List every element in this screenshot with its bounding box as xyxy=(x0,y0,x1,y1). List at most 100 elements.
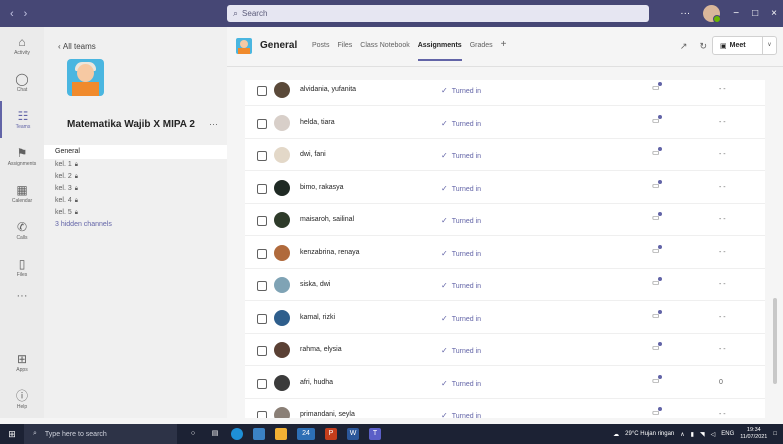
feedback-icon[interactable]: ▭ xyxy=(652,179,662,190)
row-checkbox[interactable] xyxy=(257,151,267,161)
table-row[interactable]: primandani, seyla ✓ Turned in ▭ - - xyxy=(245,401,765,418)
table-row[interactable]: helda, tiara ✓ Turned in ▭ - - xyxy=(245,109,765,139)
powerpoint-icon[interactable]: P xyxy=(325,428,337,440)
weather-text[interactable]: 29°C Hujan ringan xyxy=(625,431,674,437)
channel-kel-5[interactable]: kel. 5 🔒︎ xyxy=(44,207,227,219)
row-checkbox[interactable] xyxy=(257,378,267,389)
points[interactable]: - - xyxy=(719,346,726,353)
channel-general[interactable]: General xyxy=(44,145,227,159)
rail-item-calendar[interactable]: ▦ Calendar xyxy=(0,175,44,212)
meet-button[interactable]: ▣ Meet ∨ xyxy=(712,36,777,55)
rail-item-apps[interactable]: ⊞ Apps xyxy=(0,344,44,381)
notification-icon[interactable]: □ xyxy=(773,431,777,437)
windows-icon[interactable]: ⊞ xyxy=(0,429,24,440)
channel-kel-4[interactable]: kel. 4 🔒︎ xyxy=(44,195,227,207)
rail-item-teams[interactable]: ☷ Teams xyxy=(0,101,44,138)
points[interactable]: - - xyxy=(719,411,726,418)
chevron-up-icon[interactable]: ∧ xyxy=(680,431,684,438)
rail-item-activity[interactable]: ⌂ Activity xyxy=(0,27,44,64)
expand-icon[interactable]: ↗ xyxy=(680,41,688,52)
teams-taskbar-icon[interactable]: T xyxy=(369,428,381,440)
table-row[interactable]: rahma, elysia ✓ Turned in ▭ - - xyxy=(245,336,765,366)
row-checkbox[interactable] xyxy=(257,86,267,96)
table-row[interactable]: maisaroh, sailinal ✓ Turned in ▭ - - xyxy=(245,206,765,236)
volume-icon[interactable]: ◁ xyxy=(711,431,716,438)
tab-assignments[interactable]: Assignments xyxy=(417,42,462,61)
channel-kel-3[interactable]: kel. 3 🔒︎ xyxy=(44,183,227,195)
table-row[interactable]: alvidania, yufanita ✓ Turned in ▭ - - xyxy=(245,80,765,106)
search-input[interactable]: ⌕ Search xyxy=(227,5,649,22)
table-row[interactable]: kamal, rizki ✓ Turned in ▭ - - xyxy=(245,304,765,334)
rail-item-files[interactable]: ▯ Files xyxy=(0,249,44,286)
feedback-icon[interactable]: ▭ xyxy=(652,82,662,92)
tab-files[interactable]: Files xyxy=(338,42,353,50)
feedback-icon[interactable]: ▭ xyxy=(652,147,662,157)
points[interactable]: - - xyxy=(719,184,726,191)
points[interactable]: 0 xyxy=(719,379,723,386)
clock[interactable]: 19:34 11/07/2021 xyxy=(740,427,767,441)
table-row[interactable]: kenzabrina, renaya ✓ Turned in ▭ - - xyxy=(245,239,765,269)
points[interactable]: - - xyxy=(719,281,726,288)
student-name[interactable]: maisaroh, sailinal xyxy=(300,216,354,223)
maximize-button[interactable]: □ xyxy=(752,8,758,19)
feedback-icon[interactable]: ▭ xyxy=(652,407,662,417)
chevron-left-icon[interactable]: ‹ xyxy=(10,8,14,20)
feedback-icon[interactable]: ▭ xyxy=(652,374,662,385)
task-view-icon[interactable]: ▤ xyxy=(209,428,221,440)
feedback-icon[interactable]: ▭ xyxy=(652,342,662,352)
rail-item-chat[interactable]: ◯ Chat xyxy=(0,64,44,101)
student-name[interactable]: dwi, fani xyxy=(300,151,326,158)
channel-kel-1[interactable]: kel. 1 🔒︎ xyxy=(44,159,227,171)
table-row[interactable]: siska, dwi ✓ Turned in ▭ - - xyxy=(245,271,765,301)
store-icon[interactable] xyxy=(275,428,287,440)
rail-item-calls[interactable]: ✆ Calls xyxy=(0,212,44,249)
chevron-right-icon[interactable]: › xyxy=(24,8,28,20)
table-row[interactable]: bimo, rakasya ✓ Turned in ▭ - - xyxy=(245,174,765,204)
row-checkbox[interactable] xyxy=(257,313,267,324)
student-name[interactable]: helda, tiara xyxy=(300,119,335,126)
row-checkbox[interactable] xyxy=(257,281,267,291)
mail-icon[interactable]: 24 xyxy=(297,428,315,440)
row-checkbox[interactable] xyxy=(257,248,267,259)
row-checkbox[interactable] xyxy=(257,411,267,418)
rail-item-help[interactable]: ⓘ Help xyxy=(0,381,44,418)
student-name[interactable]: afri, hudha xyxy=(300,379,333,386)
points[interactable]: - - xyxy=(719,314,726,321)
wifi-icon[interactable]: ◥ xyxy=(700,431,705,438)
points[interactable]: - - xyxy=(719,119,726,126)
points[interactable]: - - xyxy=(719,249,726,256)
hidden-channels-link[interactable]: 3 hidden channels xyxy=(44,219,227,231)
feedback-icon[interactable]: ▭ xyxy=(652,309,662,320)
tab-grades[interactable]: Grades xyxy=(470,42,493,50)
cortana-icon[interactable]: ○ xyxy=(187,428,199,440)
feedback-icon[interactable]: ▭ xyxy=(652,244,662,255)
feedback-icon[interactable]: ▭ xyxy=(652,277,662,287)
rail-item-assignments[interactable]: ⚑ Assignments xyxy=(0,138,44,175)
edge-icon[interactable] xyxy=(231,428,243,440)
student-name[interactable]: bimo, rakasya xyxy=(300,184,344,191)
row-checkbox[interactable] xyxy=(257,346,267,356)
row-checkbox[interactable] xyxy=(257,118,267,129)
points[interactable]: - - xyxy=(719,151,726,158)
table-row[interactable]: afri, hudha ✓ Turned in ▭ 0 xyxy=(245,369,765,399)
taskbar-search[interactable]: ⌕ Type here to search xyxy=(24,424,177,444)
battery-icon[interactable]: ▮ xyxy=(691,431,694,438)
student-name[interactable]: primandani, seyla xyxy=(300,411,355,418)
tab-class-notebook[interactable]: Class Notebook xyxy=(360,42,409,50)
points[interactable]: - - xyxy=(719,216,726,223)
student-name[interactable]: rahma, elysia xyxy=(300,346,342,353)
chevron-down-icon[interactable]: ∨ xyxy=(762,37,776,54)
all-teams-link[interactable]: ‹ All teams xyxy=(58,42,96,51)
feedback-icon[interactable]: ▭ xyxy=(652,114,662,125)
student-name[interactable]: alvidania, yufanita xyxy=(300,86,356,93)
scrollbar[interactable] xyxy=(773,298,777,384)
team-more-button[interactable]: ··· xyxy=(209,119,218,129)
refresh-icon[interactable]: ↻ xyxy=(699,41,707,52)
minimize-button[interactable]: − xyxy=(733,8,739,19)
user-avatar[interactable] xyxy=(703,5,722,23)
tab-posts[interactable]: Posts xyxy=(312,42,330,50)
table-row[interactable]: dwi, fani ✓ Turned in ▭ - - xyxy=(245,141,765,171)
add-tab-button[interactable]: + xyxy=(501,39,507,50)
word-icon[interactable]: W xyxy=(347,428,359,440)
feedback-icon[interactable]: ▭ xyxy=(652,212,662,222)
